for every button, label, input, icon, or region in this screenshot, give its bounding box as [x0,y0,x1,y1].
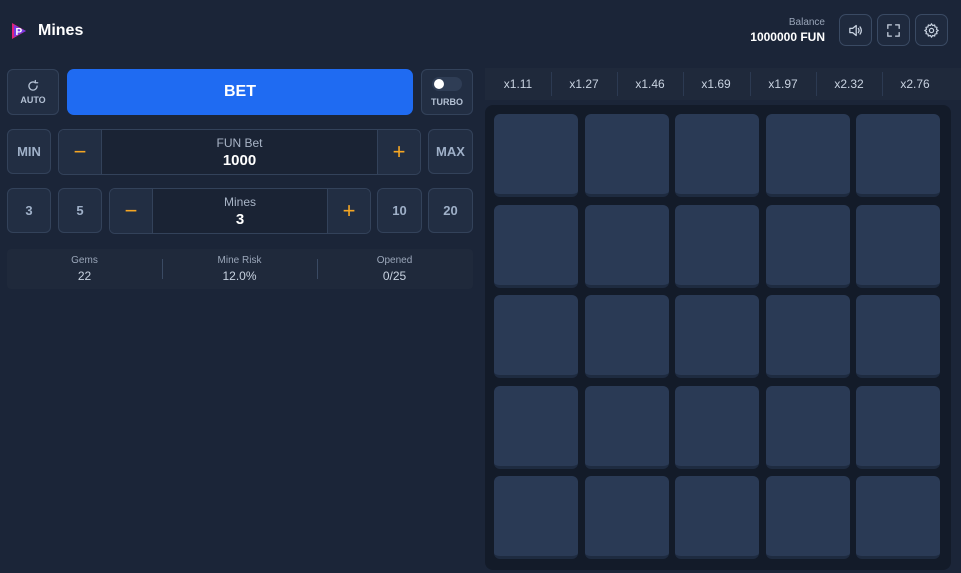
stat-label: Opened [376,255,413,266]
grid-tile[interactable] [856,476,940,559]
stat-opened: Opened 0/25 [317,254,472,285]
max-bet-button[interactable]: MAX [428,129,473,174]
app-title: Mines [38,22,84,39]
refresh-icon [28,79,39,91]
grid-tile[interactable] [765,204,850,288]
grid-tile[interactable] [584,295,669,378]
multiplier-item: x1.11 [503,77,533,91]
grid-tile[interactable] [494,385,578,469]
bet-increase-button[interactable]: + [377,130,420,174]
balance-value: 1000000 FUN [750,30,825,44]
grid-tile[interactable] [675,385,759,469]
grid-tile[interactable] [856,295,940,378]
fullscreen-icon [887,23,900,37]
bet-label: FUN Bet [216,136,263,150]
grid-tile[interactable] [584,114,669,197]
auto-button[interactable]: AUTO [7,69,59,115]
balance-label: Balance [788,17,825,28]
grid-tile[interactable] [494,114,578,197]
multiplier-item: x1.97 [768,77,798,91]
turbo-toggle[interactable]: TURBO [421,69,473,115]
multiplier-item: x1.27 [569,77,599,91]
stat-value: 12.0% [222,269,257,283]
stats-panel: Gems 22 Mine Risk 12.0% Opened 0/25 [7,249,473,289]
settings-button[interactable] [915,14,948,46]
fullscreen-button[interactable] [877,14,910,46]
stat-mine-risk: Mine Risk 12.0% [162,254,317,285]
grid-tile[interactable] [856,114,940,197]
grid-tile[interactable] [765,295,850,378]
turbo-label: TURBO [431,97,463,107]
multiplier-item: x1.46 [635,77,665,91]
multiplier-item: x2.76 [900,77,930,91]
stat-label: Gems [71,255,98,266]
grid-tile[interactable] [494,204,578,288]
mines-preset-3[interactable]: 3 [7,188,51,233]
grid-tile[interactable] [856,385,940,469]
grid-tile[interactable] [675,204,759,288]
grid-tile[interactable] [584,476,669,559]
stat-label: Mine Risk [217,255,262,266]
grid-tile[interactable] [765,476,850,559]
mines-grid [485,105,951,570]
grid-tile[interactable] [494,295,578,378]
grid-tile[interactable] [584,204,669,288]
multiplier-item: x1.69 [701,77,731,91]
bet-button[interactable]: BET [67,69,413,115]
bet-stepper: − FUN Bet 1000 + [58,129,421,175]
stat-value: 0/25 [382,269,407,283]
grid-tile[interactable] [675,295,759,378]
grid-tile[interactable] [584,385,669,469]
stat-gems: Gems 22 [7,254,162,285]
turbo-switch-knob [434,79,444,89]
mines-preset-10[interactable]: 10 [377,188,422,233]
auto-label: AUTO [20,95,46,105]
mines-preset-5[interactable]: 5 [58,188,102,233]
stat-value: 22 [77,269,92,283]
grid-tile[interactable] [765,114,850,197]
svg-text:P: P [16,27,23,38]
grid-tile[interactable] [856,204,940,288]
bet-value[interactable]: 1000 [59,152,420,169]
multiplier-item: x2.32 [834,77,864,91]
speaker-icon [849,24,862,36]
sound-button[interactable] [839,14,872,46]
grid-tile[interactable] [675,476,759,559]
multiplier-strip: x1.11 x1.27 x1.46 x1.69 x1.97 x2.32 x2.7… [485,68,961,100]
mines-stepper: − Mines 3 + [109,188,371,234]
turbo-switch[interactable] [432,77,462,91]
pragmatic-logo-icon: P [12,23,26,39]
min-bet-button[interactable]: MIN [7,129,51,174]
grid-tile[interactable] [765,385,850,469]
balance: Balance 1000000 FUN [750,16,825,45]
gear-icon [924,22,939,38]
mines-increase-button[interactable]: + [327,189,370,233]
mines-preset-20[interactable]: 20 [428,188,473,233]
grid-tile[interactable] [675,114,759,197]
grid-tile[interactable] [494,476,578,559]
